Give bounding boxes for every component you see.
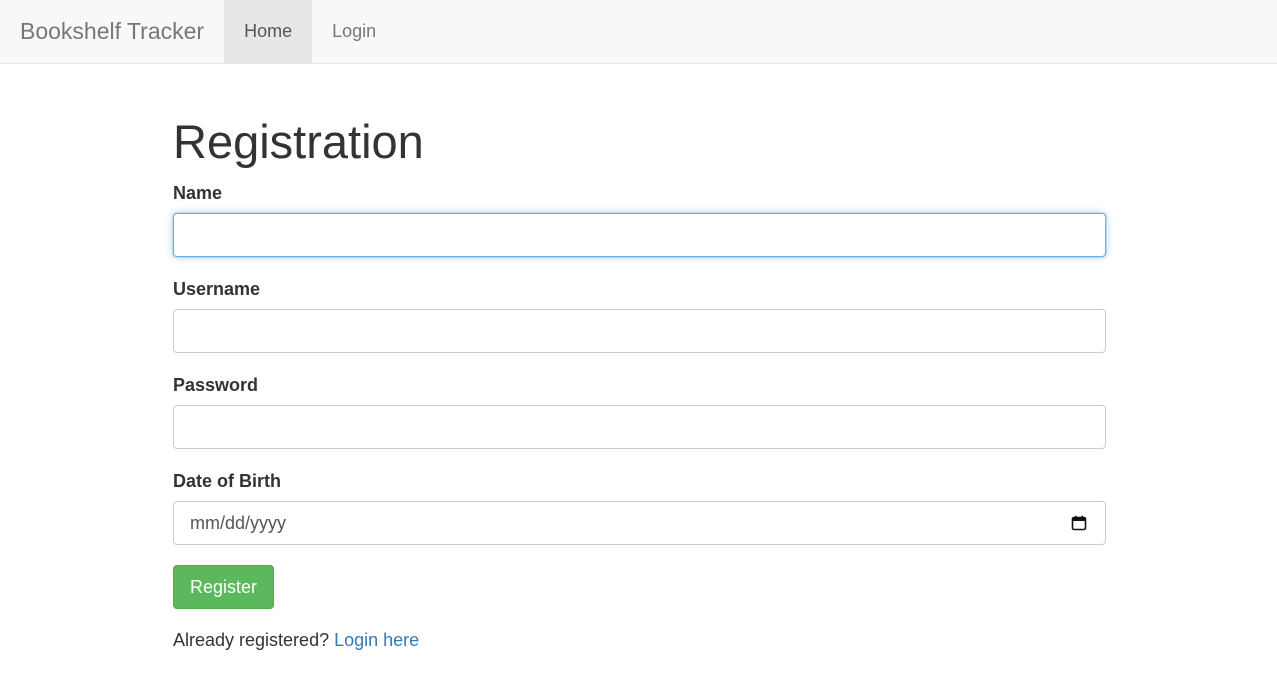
- password-input[interactable]: [173, 405, 1106, 449]
- page-title: Registration: [173, 115, 424, 168]
- name-input[interactable]: [173, 213, 1106, 257]
- name-field-group: Name: [173, 182, 1106, 257]
- dob-label: Date of Birth: [173, 471, 281, 491]
- dob-input[interactable]: mm/dd/yyyy: [173, 501, 1106, 545]
- username-field-group: Username: [173, 278, 1106, 353]
- main-content: Registration Name Username Password Date…: [173, 64, 1106, 650]
- login-here-link[interactable]: Login here: [334, 630, 419, 650]
- register-button[interactable]: Register: [173, 565, 274, 609]
- dob-placeholder: mm/dd/yyyy: [190, 512, 287, 533]
- login-prompt: Already registered? Login here: [173, 629, 419, 651]
- password-field-group: Password: [173, 374, 1106, 449]
- dob-field-group: Date of Birth mm/dd/yyyy: [173, 470, 1106, 545]
- username-label: Username: [173, 279, 261, 299]
- calendar-icon[interactable]: [1069, 513, 1089, 533]
- name-label: Name: [173, 183, 223, 203]
- navbar: Bookshelf Tracker Home Login: [0, 0, 1277, 64]
- nav-home[interactable]: Home: [224, 0, 313, 63]
- brand-link[interactable]: Bookshelf Tracker: [0, 0, 224, 63]
- password-label: Password: [173, 375, 259, 395]
- username-input[interactable]: [173, 309, 1106, 353]
- nav-login[interactable]: Login: [312, 0, 396, 63]
- login-prompt-text: Already registered?: [173, 630, 330, 650]
